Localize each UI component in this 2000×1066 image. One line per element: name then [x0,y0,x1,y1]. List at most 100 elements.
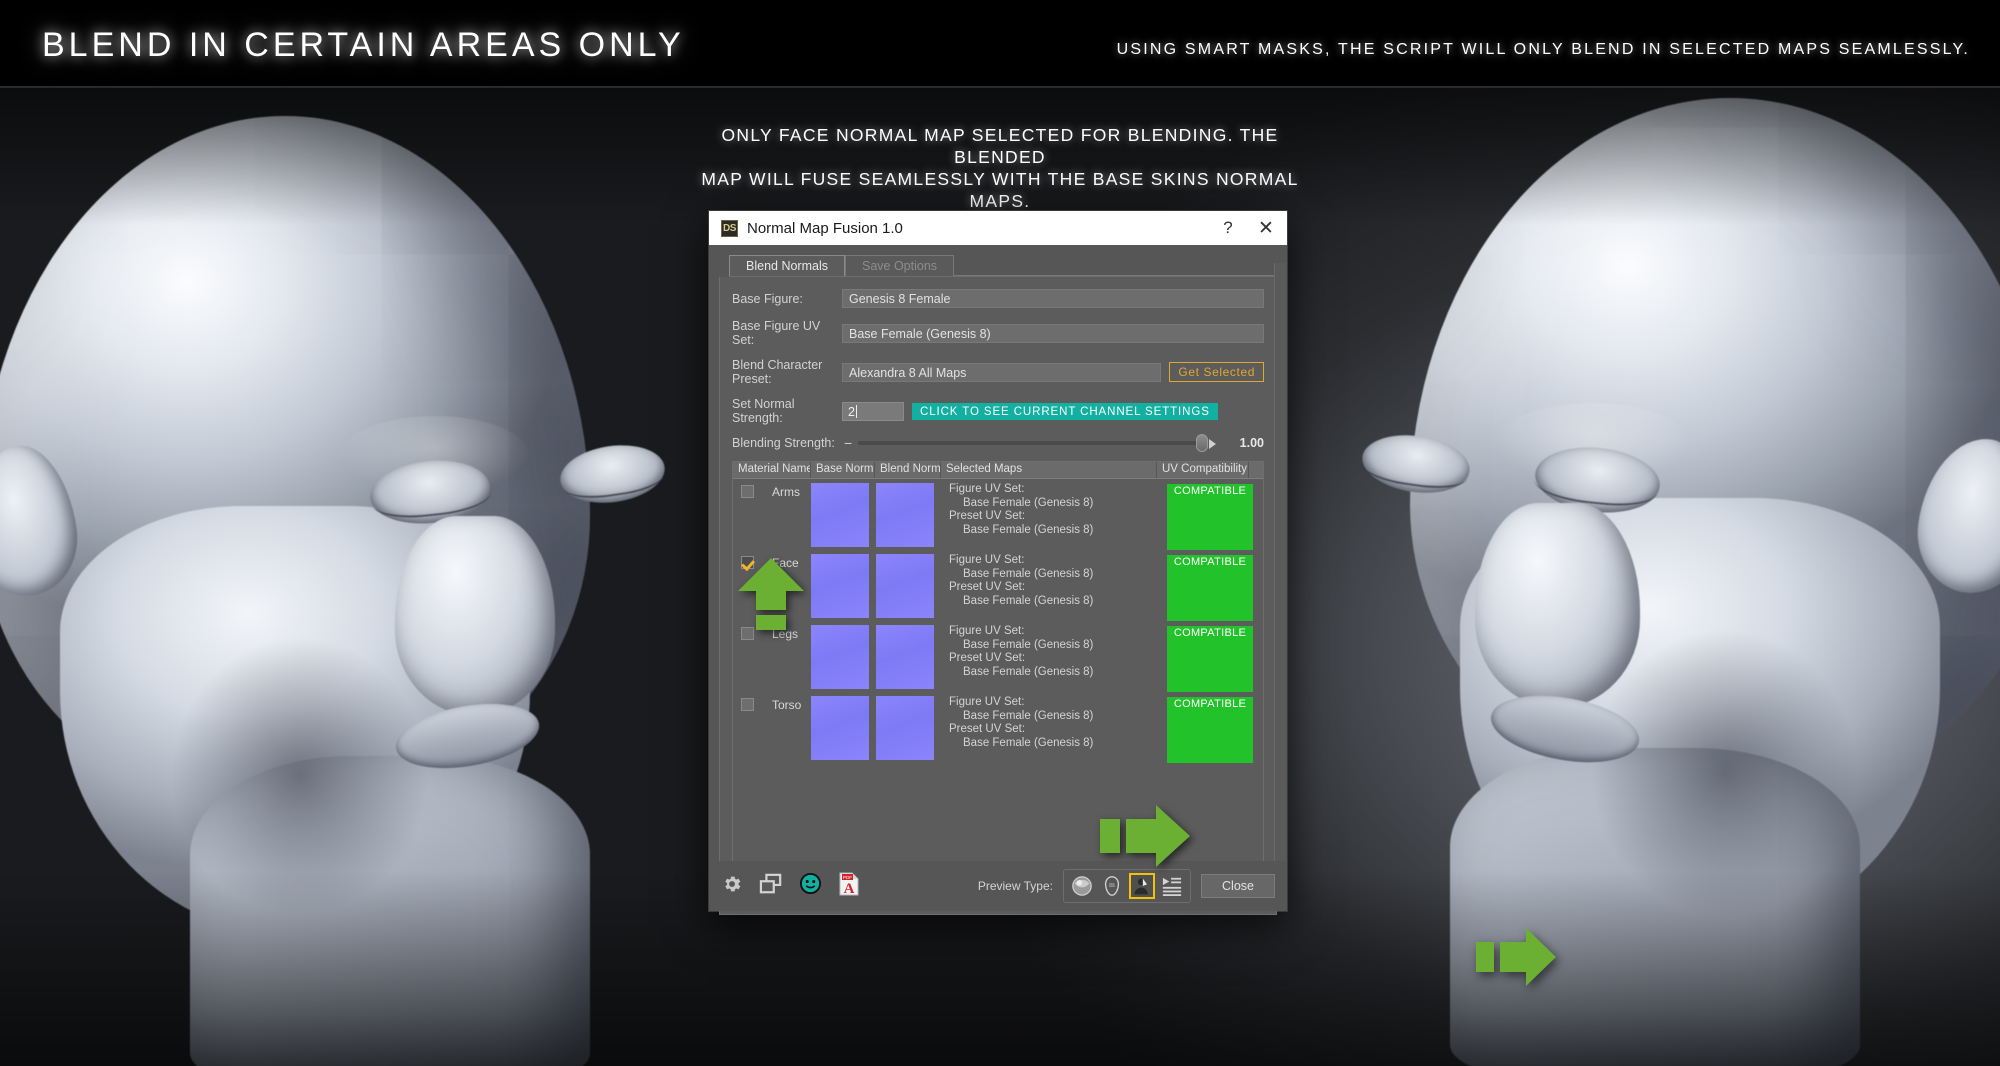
head-eye-near [367,454,493,530]
blend-normal-thumbnail[interactable] [876,554,934,618]
base-normal-thumbnail[interactable] [811,483,869,547]
text-caret [855,404,857,418]
head-lips [1485,685,1645,773]
material-name-cell: Arms [733,483,811,550]
head-neck [1450,748,1860,1066]
increment-icon[interactable] [1209,439,1216,449]
table-row: Arms Figure UV Set: Base Female (Genesis 8… [733,479,1263,550]
pdf-icon[interactable]: PDF A [838,872,860,901]
table-row: Face Figure UV Set: Base Female (Genesis 8… [733,550,1263,621]
col-material-name: Material Name [733,462,811,478]
head-lips [390,693,545,779]
status-badge: COMPATIBLE [1166,484,1254,550]
material-name-cell: Legs [733,625,811,692]
close-icon[interactable]: ✕ [1249,211,1283,245]
material-label: Torso [772,698,802,712]
figure-uv-label: Figure UV Set: [949,483,1025,495]
material-checkbox[interactable] [741,698,754,711]
preset-uv-label: Preset UV Set: [949,652,1026,664]
blend-preset-row: Blend Character Preset: Alexandra 8 All … [732,358,1264,386]
gear-icon[interactable] [721,873,743,900]
head-shading [170,636,430,916]
smiley-icon[interactable] [799,872,822,900]
help-icon[interactable]: ? [1211,211,1245,245]
preview-type-group: m [1063,869,1191,903]
tab-save-options[interactable]: Save Options [844,255,955,276]
material-name-cell: Torso [733,696,811,763]
close-button[interactable]: Close [1201,874,1275,898]
preset-uv-value: Base Female (Genesis 8) [963,736,1094,749]
normal-strength-input[interactable]: 2 [842,401,904,421]
base-normal-thumbnail[interactable] [811,625,869,689]
banner-subline: USING SMART MASKS, THE SCRIPT WILL ONLY … [1116,41,1970,58]
base-normal-thumbnail[interactable] [811,696,869,760]
figure-preview-icon[interactable] [1129,873,1155,899]
head-eyelid-near [1532,435,1663,511]
tab-bar: Blend Normals Save Options [729,255,1277,277]
slider-knob[interactable] [1196,434,1208,452]
selected-maps-cell: Figure UV Set: Base Female (Genesis 8) Pre… [941,554,1157,621]
head-eye-near [1531,441,1664,519]
material-checkbox[interactable] [741,485,754,498]
col-spacer [1249,462,1263,478]
base-normal-thumbnail[interactable] [811,554,869,618]
figure-uv-label: Figure UV Set: [949,625,1025,637]
head-eyelid-far [1358,424,1474,494]
status-badge: COMPATIBLE [1166,555,1254,621]
preview-type-label: Preview Type: [977,879,1053,893]
head-neck [190,756,590,1066]
get-selected-button[interactable]: Get Selected [1169,362,1264,382]
blend-preset-field[interactable]: Alexandra 8 All Maps [842,362,1162,382]
list-preview-icon[interactable] [1159,873,1185,899]
preset-uv-value: Base Female (Genesis 8) [963,594,1094,607]
dialog-titlebar[interactable]: DS Normal Map Fusion 1.0 ? ✕ [709,211,1287,245]
head-skull [1410,98,2000,798]
head-skull [0,116,590,806]
preset-uv-value: Base Female (Genesis 8) [963,523,1094,536]
base-uv-field[interactable]: Base Female (Genesis 8) [842,323,1264,343]
daz-studio-app-icon: DS [721,219,738,237]
figure-uv-label: Figure UV Set: [949,696,1025,708]
selected-maps-cell: Figure UV Set: Base Female (Genesis 8) Pre… [941,483,1157,550]
preset-uv-label: Preset UV Set: [949,723,1026,735]
annotation-arrow-face [1476,928,1556,986]
footer-icon-group: PDF A [721,872,860,901]
status-badge: COMPATIBLE [1166,626,1254,692]
blending-strength-slider[interactable]: − [844,434,1216,452]
base-figure-label: Base Figure: [732,291,803,306]
head-brow [340,416,530,496]
uv-compatibility-cell: COMPATIBLE [1157,696,1263,763]
sphere-preview-icon[interactable] [1069,873,1095,899]
left-head-render [0,116,700,1066]
dialog-title: Normal Map Fusion 1.0 [747,219,903,237]
uv-compatibility-cell: COMPATIBLE [1157,483,1263,550]
head-ear [0,439,85,603]
base-figure-field[interactable]: Genesis 8 Female [842,289,1264,308]
decrement-icon[interactable]: − [844,436,852,450]
blend-normal-thumbnail[interactable] [876,483,934,547]
blend-normal-thumbnail[interactable] [876,625,934,689]
table-scrollbar[interactable] [1274,263,1286,910]
head-jaw [60,506,530,936]
base-figure-row: Base Figure: Genesis 8 Female [732,289,1264,308]
blend-normal-thumbnail[interactable] [876,696,934,760]
preset-uv-value: Base Female (Genesis 8) [963,665,1094,678]
table-row: Torso Figure UV Set: Base Female (Genesis … [733,692,1263,763]
col-blend-normal: Blend Normal [875,462,941,478]
figure-uv-value: Base Female (Genesis 8) [963,567,1094,580]
preset-uv-label: Preset UV Set: [949,581,1026,593]
figure-uv-value: Base Female (Genesis 8) [963,638,1094,651]
mouth-preview-icon[interactable]: m [1099,873,1125,899]
preview-controls: Preview Type: m Close [978,869,1275,903]
material-label: Arms [772,485,800,499]
svg-text:PDF: PDF [843,875,852,880]
windows-icon[interactable] [759,873,783,900]
dialog-footer: PDF A Preview Type: m Close [709,861,1287,911]
head-shading [1590,628,1860,918]
channel-settings-banner[interactable]: CLICK TO SEE CURRENT CHANNEL SETTINGS [912,402,1218,420]
blending-strength-value: 1.00 [1239,436,1264,450]
slider-track[interactable] [858,434,1216,452]
blend-preset-label: Blend Character Preset: [732,358,823,386]
caption-line-2: MAP WILL FUSE SEAMLESSLY WITH THE BASE S… [701,169,1299,211]
tab-blend-normals[interactable]: Blend Normals [729,255,845,276]
